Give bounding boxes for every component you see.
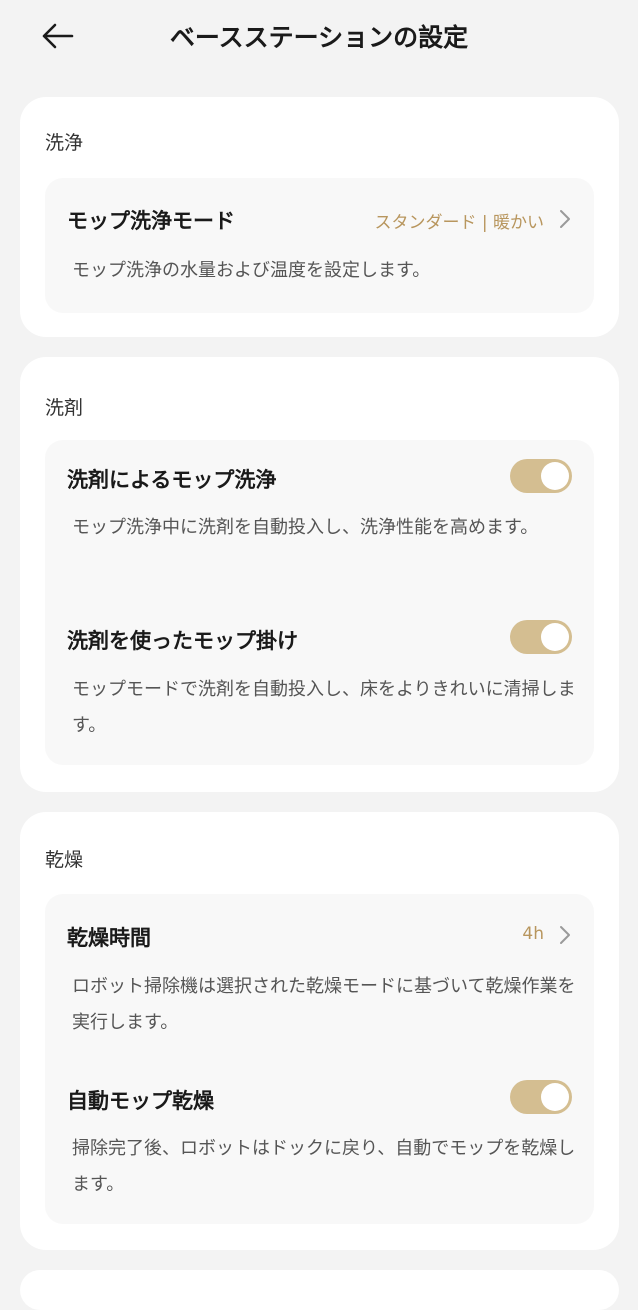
detergent-settings-card: 洗剤によるモップ洗浄 モップ洗浄中に洗剤を自動投入し、洗浄性能を高めます。 洗剤… [45, 440, 594, 765]
mop-wash-mode-row[interactable]: モップ洗浄モード スタンダード | 暖かい モップ洗浄の水量および温度を設定しま… [45, 178, 594, 313]
auto-mop-drying-description: 掃除完了後、ロボットはドックに戻り、自動でモップを乾燥します。 [72, 1138, 576, 1195]
detergent-mopping-title: 洗剤を使ったモップ掛け [67, 629, 298, 653]
detergent-mopping-toggle[interactable] [510, 620, 572, 654]
section-label-detergent: 洗剤 [45, 397, 84, 419]
section-drying: 乾燥 乾燥時間 4h ロボット掃除機は選択された乾燥モードに基づいて乾燥作業を実… [20, 812, 619, 1250]
chevron-right-icon [560, 926, 570, 944]
section-washing: 洗浄 モップ洗浄モード スタンダード | 暖かい モップ洗浄の水量および温度を設… [20, 97, 619, 337]
mop-wash-mode-value: スタンダード | 暖かい [374, 213, 544, 233]
drying-time-description: ロボット掃除機は選択された乾燥モードに基づいて乾燥作業を実行します。 [72, 976, 576, 1033]
section-label-washing: 洗浄 [45, 132, 84, 154]
drying-time-title: 乾燥時間 [67, 926, 151, 950]
section-label-drying: 乾燥 [45, 849, 84, 871]
mop-wash-mode-description: モップ洗浄の水量および温度を設定します。 [72, 260, 431, 281]
toggle-knob [541, 1083, 569, 1111]
toggle-knob [541, 623, 569, 651]
drying-time-value: 4h [522, 924, 544, 944]
section-next-peek [20, 1270, 619, 1310]
drying-time-row[interactable]: 乾燥時間 4h ロボット掃除機は選択された乾燥モードに基づいて乾燥作業を実行しま… [45, 894, 594, 1044]
auto-mop-drying-toggle[interactable] [510, 1080, 572, 1114]
drying-settings-card: 乾燥時間 4h ロボット掃除機は選択された乾燥モードに基づいて乾燥作業を実行しま… [45, 894, 594, 1224]
detergent-mopping-description: モップモードで洗剤を自動投入し、床をよりきれいに清掃します。 [72, 679, 576, 736]
detergent-mop-wash-description: モップ洗浄中に洗剤を自動投入し、洗浄性能を高めます。 [72, 517, 539, 538]
section-detergent: 洗剤 洗剤によるモップ洗浄 モップ洗浄中に洗剤を自動投入し、洗浄性能を高めます。… [20, 357, 619, 792]
toggle-knob [541, 462, 569, 490]
header-bar: ベースステーションの設定 [0, 0, 638, 72]
mop-wash-mode-title: モップ洗浄モード [67, 209, 235, 233]
page-title: ベースステーションの設定 [169, 23, 469, 52]
detergent-mop-wash-title: 洗剤によるモップ洗浄 [67, 468, 277, 492]
auto-mop-drying-title: 自動モップ乾燥 [67, 1089, 214, 1113]
detergent-mop-wash-toggle[interactable] [510, 459, 572, 493]
chevron-right-icon [560, 210, 570, 228]
